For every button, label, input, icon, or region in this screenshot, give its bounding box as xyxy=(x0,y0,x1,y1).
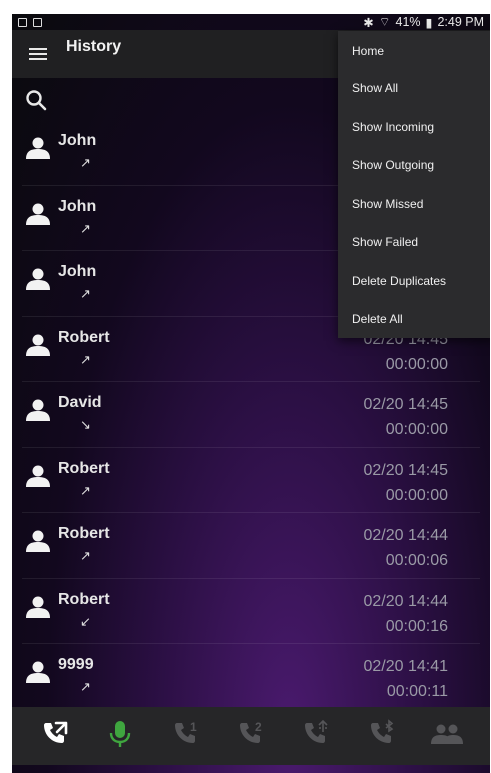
menu-item-show-missed[interactable]: Show Missed xyxy=(338,185,490,224)
call-direction-icon: ↙ xyxy=(80,613,91,629)
call-direction-icon: ↗ xyxy=(80,220,91,236)
search-button[interactable] xyxy=(24,78,48,122)
contact-name: John xyxy=(58,263,97,280)
call-row[interactable]: Robert ↙ 02/20 14:44 00:00:16 xyxy=(22,579,480,644)
contact-name: Robert xyxy=(58,525,110,542)
battery-level: 41% xyxy=(395,15,421,29)
tab-bluetooth-line[interactable] xyxy=(362,716,402,756)
menu-item-show-all[interactable]: Show All xyxy=(338,69,490,108)
page-title: History xyxy=(66,38,122,55)
person-icon xyxy=(25,334,51,361)
call-row[interactable]: 9999 ↗ 02/20 14:41 00:00:11 xyxy=(22,644,480,710)
tab-usb-line[interactable] xyxy=(296,716,336,756)
call-duration: 00:00:00 xyxy=(385,486,448,504)
usb-line-icon xyxy=(301,719,331,754)
call-duration: 00:00:00 xyxy=(385,355,448,373)
tab-line-1[interactable]: 1 xyxy=(166,716,206,756)
overflow-menu: Home Show All Show Incoming Show Outgoing Sh… xyxy=(338,31,490,338)
microphone-icon xyxy=(106,719,134,754)
call-direction-icon: ↗ xyxy=(80,548,91,563)
search-icon xyxy=(26,90,47,111)
person-icon xyxy=(25,137,51,164)
menu-item-delete-duplicates[interactable]: Delete Duplicates xyxy=(338,262,490,301)
clock: 2:49 PM xyxy=(437,15,484,29)
battery-icon: ▮ xyxy=(425,15,433,30)
svg-text:2: 2 xyxy=(255,720,262,734)
line-2-icon: 2 xyxy=(236,719,266,754)
line-1-icon: 1 xyxy=(171,719,201,754)
screenshot-icon xyxy=(33,17,42,27)
menu-item-show-failed[interactable]: Show Failed xyxy=(338,223,490,262)
menu-item-show-outgoing[interactable]: Show Outgoing xyxy=(338,146,490,185)
tab-contacts[interactable] xyxy=(427,716,467,756)
bluetooth-line-icon xyxy=(367,718,397,754)
person-icon xyxy=(25,203,51,230)
svg-text:1: 1 xyxy=(190,720,197,734)
person-icon xyxy=(25,661,51,688)
menu-icon[interactable] xyxy=(29,48,47,60)
bottom-navigation: 12 xyxy=(12,707,490,765)
contact-name: Robert xyxy=(58,459,110,477)
contact-name: John xyxy=(58,132,97,149)
status-bar: ✱ ⌔ 41% ▮ 2:49 PM xyxy=(12,14,490,30)
call-row[interactable]: Robert ↗ 02/20 14:45 00:00:00 xyxy=(22,448,480,513)
call-direction-icon: ↗ xyxy=(80,679,91,694)
contact-name: Robert xyxy=(58,328,110,346)
person-icon xyxy=(25,399,51,426)
person-icon xyxy=(25,268,51,295)
call-date: 02/20 14:45 xyxy=(363,396,448,413)
menu-item-home[interactable]: Home xyxy=(338,31,490,69)
call-date: 02/20 14:44 xyxy=(363,527,448,544)
contacts-icon xyxy=(430,722,464,751)
contact-name: 9999 xyxy=(58,656,94,673)
call-date: 02/20 14:44 xyxy=(363,592,448,610)
call-date: 02/20 14:41 xyxy=(363,658,448,675)
bluetooth-icon: ✱ xyxy=(363,15,374,30)
tab-line-2[interactable]: 2 xyxy=(231,716,271,756)
device-screen: ✱ ⌔ 41% ▮ 2:49 PM History John ↗ John ↗ John… xyxy=(12,14,490,773)
tab-call-history[interactable] xyxy=(35,716,75,756)
menu-item-delete-all[interactable]: Delete All xyxy=(338,300,490,339)
wifi-icon: ⌔ xyxy=(378,15,391,29)
call-duration: 00:00:06 xyxy=(385,552,448,569)
menu-item-show-incoming[interactable]: Show Incoming xyxy=(338,108,490,147)
call-row[interactable]: Robert ↗ 02/20 14:44 00:00:06 xyxy=(22,513,480,579)
call-direction-icon: ↗ xyxy=(80,482,91,498)
call-date: 02/20 14:45 xyxy=(363,461,448,479)
call-direction-icon: ↗ xyxy=(80,286,91,301)
call-direction-icon: ↗ xyxy=(80,351,91,367)
person-icon xyxy=(25,530,51,557)
contact-name: Robert xyxy=(58,590,110,608)
contact-name: David xyxy=(58,394,102,411)
person-icon xyxy=(25,596,51,623)
contact-name: John xyxy=(58,197,97,215)
person-icon xyxy=(25,465,51,492)
call-row[interactable]: David ↘ 02/20 14:45 00:00:00 xyxy=(22,382,480,448)
call-direction-icon: ↗ xyxy=(80,155,91,170)
notification-icon xyxy=(18,17,27,27)
call-duration: 00:00:00 xyxy=(385,421,448,438)
call-duration: 00:00:11 xyxy=(386,683,448,700)
tab-microphone[interactable] xyxy=(100,716,140,756)
call-duration: 00:00:16 xyxy=(385,617,448,635)
call-history-icon xyxy=(40,719,70,754)
call-direction-icon: ↘ xyxy=(80,417,91,432)
